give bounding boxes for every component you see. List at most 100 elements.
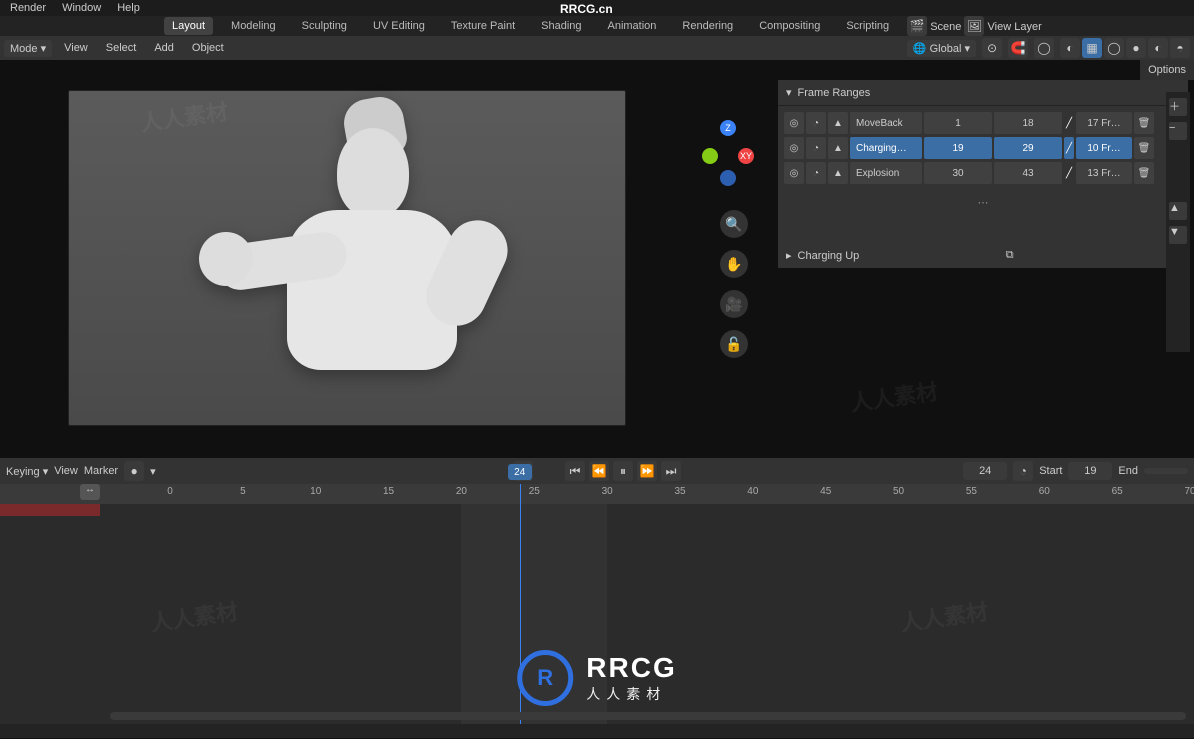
frame-range-row[interactable]: ◎ ◔ ▲ Explosion 30 43 ╱ 13 Fr… 🗑 bbox=[784, 162, 1182, 184]
nav-gizmo[interactable]: Z XY bbox=[700, 120, 756, 176]
propedit-icon[interactable]: ◯ bbox=[1034, 38, 1054, 58]
row-icon-eye[interactable]: ◎ bbox=[784, 137, 804, 159]
shading-matprev-icon[interactable]: ◐ bbox=[1148, 38, 1168, 58]
timeline-keying-dropdown[interactable]: Keying ▾ bbox=[6, 465, 48, 478]
row-icon-tri[interactable]: ▲ bbox=[828, 112, 848, 134]
row-icon-clock[interactable]: ◔ bbox=[806, 137, 826, 159]
row-icon-tri[interactable]: ▲ bbox=[828, 162, 848, 184]
mode-dropdown[interactable]: Mode ▾ bbox=[4, 40, 52, 57]
remove-icon[interactable]: − bbox=[1169, 122, 1187, 140]
row-start[interactable]: 1 bbox=[924, 112, 992, 134]
3d-viewport[interactable] bbox=[68, 90, 626, 426]
moveup-icon[interactable]: ▲ bbox=[1169, 202, 1187, 220]
tab-shading[interactable]: Shading bbox=[533, 17, 589, 35]
camera-icon[interactable]: 🎥 bbox=[720, 290, 748, 318]
row-dur: 17 Fr… bbox=[1076, 112, 1132, 134]
timeline-ruler[interactable]: 0510152025303540455055606570↔ bbox=[0, 484, 1194, 504]
row-end[interactable]: 43 bbox=[994, 162, 1062, 184]
row-icon-clock[interactable]: ◔ bbox=[806, 162, 826, 184]
tab-layout[interactable]: Layout bbox=[164, 17, 213, 35]
prev-key-icon[interactable]: ⏪ bbox=[589, 461, 609, 481]
axis-neg-z-icon[interactable] bbox=[720, 170, 736, 186]
drag-handle-icon[interactable]: ⋯ bbox=[978, 196, 989, 209]
lock-icon[interactable]: 🔓 bbox=[720, 330, 748, 358]
snap-icon[interactable]: 🧲 bbox=[1008, 38, 1028, 58]
axis-xy-icon[interactable]: XY bbox=[738, 148, 754, 164]
frame-ranges-panel: ▾ Frame Ranges ◎ ◔ ▲ MoveBack 1 18 ╱ 17 … bbox=[778, 80, 1188, 268]
ruler-tick: 30 bbox=[602, 486, 613, 497]
row-end[interactable]: 29 bbox=[994, 137, 1062, 159]
shading-solid-icon[interactable]: ● bbox=[1126, 38, 1146, 58]
autokey-icon[interactable]: ● bbox=[124, 461, 144, 481]
menu-help[interactable]: Help bbox=[109, 0, 148, 16]
axis-y-icon[interactable] bbox=[702, 148, 718, 164]
viewlayer-field[interactable]: View Layer bbox=[988, 21, 1042, 33]
menu-render[interactable]: Render bbox=[2, 0, 54, 16]
row-delete-icon[interactable]: 🗑 bbox=[1134, 112, 1154, 134]
vp-menu-select[interactable]: Select bbox=[100, 40, 143, 56]
row-end[interactable]: 18 bbox=[994, 112, 1062, 134]
pause-icon[interactable]: ⏸ bbox=[613, 461, 633, 481]
charging-subpanel[interactable]: ▸ Charging Up ⧉ ✕ bbox=[778, 243, 1188, 268]
row-dur: 10 Fr… bbox=[1076, 137, 1132, 159]
vp-menu-view[interactable]: View bbox=[58, 40, 94, 56]
vp-menu-object[interactable]: Object bbox=[186, 40, 230, 56]
xray-icon[interactable]: ▦ bbox=[1082, 38, 1102, 58]
row-icon-eye[interactable]: ◎ bbox=[784, 162, 804, 184]
playhead-handle[interactable]: 24 bbox=[508, 464, 532, 480]
add-icon[interactable]: ＋ bbox=[1169, 98, 1187, 116]
frame-range-row[interactable]: ◎ ◔ ▲ Charging… 19 29 ╱ 10 Fr… 🗑 bbox=[784, 137, 1182, 159]
jump-start-icon[interactable]: ⏮ bbox=[565, 461, 585, 481]
shading-rendered-icon[interactable]: ◓ bbox=[1170, 38, 1190, 58]
autokey-chevron[interactable]: ▾ bbox=[150, 465, 156, 478]
tab-sculpting[interactable]: Sculpting bbox=[294, 17, 355, 35]
tab-uv[interactable]: UV Editing bbox=[365, 17, 433, 35]
shading-wire-icon[interactable]: ◯ bbox=[1104, 38, 1124, 58]
row-icon-clock[interactable]: ◔ bbox=[806, 112, 826, 134]
row-icon-eye[interactable]: ◎ bbox=[784, 112, 804, 134]
tab-rendering[interactable]: Rendering bbox=[674, 17, 741, 35]
scene-field[interactable]: Scene bbox=[930, 21, 961, 33]
ruler-tick: 70 bbox=[1184, 486, 1194, 497]
pivot-icon[interactable]: ⊙ bbox=[982, 38, 1002, 58]
viewport-header: Mode ▾ View Select Add Object 🌐 Global ▾… bbox=[0, 36, 1194, 60]
frame-ranges-header[interactable]: ▾ Frame Ranges bbox=[778, 80, 1188, 106]
menu-window[interactable]: Window bbox=[54, 0, 109, 16]
axis-z-icon[interactable]: Z bbox=[720, 120, 736, 136]
tab-scripting[interactable]: Scripting bbox=[838, 17, 897, 35]
row-name[interactable]: MoveBack bbox=[850, 112, 922, 134]
tl-menu-view[interactable]: View bbox=[54, 465, 78, 477]
next-key-icon[interactable]: ⏩ bbox=[637, 461, 657, 481]
row-name[interactable]: Explosion bbox=[850, 162, 922, 184]
tl-menu-marker[interactable]: Marker bbox=[84, 465, 118, 477]
orientation-dropdown[interactable]: 🌐 Global ▾ bbox=[907, 40, 976, 57]
tab-texpaint[interactable]: Texture Paint bbox=[443, 17, 523, 35]
preview-range[interactable] bbox=[0, 504, 100, 516]
tab-compositing[interactable]: Compositing bbox=[751, 17, 828, 35]
row-name[interactable]: Charging… bbox=[850, 137, 922, 159]
row-start[interactable]: 30 bbox=[924, 162, 992, 184]
timeline-scrollbar[interactable] bbox=[110, 712, 1186, 720]
range-collapse-icon[interactable]: ↔ bbox=[80, 484, 100, 500]
overlay-icon[interactable]: ◐ bbox=[1060, 38, 1080, 58]
tab-animation[interactable]: Animation bbox=[600, 17, 665, 35]
vp-menu-add[interactable]: Add bbox=[148, 40, 180, 56]
zoom-icon[interactable]: 🔍 bbox=[720, 210, 748, 238]
row-icon-tri[interactable]: ▲ bbox=[828, 137, 848, 159]
frame-range-row[interactable]: ◎ ◔ ▲ MoveBack 1 18 ╱ 17 Fr… 🗑 bbox=[784, 112, 1182, 134]
current-frame-field[interactable]: 24 bbox=[963, 462, 1007, 480]
pan-icon[interactable]: ✋ bbox=[720, 250, 748, 278]
movedown-icon[interactable]: ▼ bbox=[1169, 226, 1187, 244]
start-frame-field[interactable]: 19 bbox=[1068, 462, 1112, 480]
playhead[interactable]: 24 bbox=[520, 484, 521, 724]
row-start[interactable]: 19 bbox=[924, 137, 992, 159]
row-delete-icon[interactable]: 🗑 bbox=[1134, 162, 1154, 184]
clock-icon[interactable]: ◔ bbox=[1013, 461, 1033, 481]
jump-end-icon[interactable]: ⏭ bbox=[661, 461, 681, 481]
end-frame-field[interactable] bbox=[1144, 468, 1188, 474]
row-delete-icon[interactable]: 🗑 bbox=[1134, 137, 1154, 159]
timeline-body[interactable]: 24 bbox=[0, 504, 1194, 724]
tab-modeling[interactable]: Modeling bbox=[223, 17, 284, 35]
copy-icon[interactable]: ⧉ bbox=[1000, 249, 1020, 262]
options-tab[interactable]: Options bbox=[1140, 60, 1194, 80]
